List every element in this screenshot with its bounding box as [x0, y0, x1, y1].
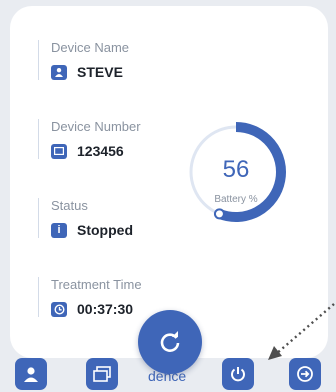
device-number-label: Device Number — [51, 119, 141, 134]
device-number-field: Device Number 123456 — [38, 119, 141, 159]
windows-nav-button[interactable] — [86, 358, 118, 390]
info-icon: i — [51, 222, 67, 238]
power-icon — [231, 367, 245, 382]
status-label: Status — [51, 198, 88, 213]
device-number-value: 123456 — [77, 143, 124, 159]
logout-nav-button[interactable] — [289, 358, 321, 390]
clock-icon — [51, 301, 67, 317]
device-name-value: STEVE — [77, 64, 123, 80]
battery-label: Battery % — [214, 194, 258, 205]
battery-value: 56 — [222, 156, 250, 183]
refresh-icon — [160, 331, 180, 352]
profile-nav-button[interactable] — [15, 358, 47, 390]
treatment-time-label: Treatment Time — [51, 277, 142, 292]
device-name-label: Device Name — [51, 40, 130, 55]
battery-gauge-knob — [213, 208, 225, 220]
power-nav-button[interactable] — [222, 358, 254, 390]
windows-icon — [93, 366, 111, 382]
device-name-field: Device Name STEVE — [38, 40, 129, 80]
treatment-time-value: 00:37:30 — [77, 301, 134, 317]
user-icon — [51, 64, 67, 80]
status-field: Status i Stopped — [38, 198, 133, 238]
logout-icon — [297, 366, 313, 382]
treatment-time-field: Treatment Time 00:37:30 — [38, 277, 142, 317]
refresh-button[interactable] — [138, 310, 202, 374]
user-icon — [24, 367, 38, 382]
dotted-arrow — [268, 303, 335, 360]
monitor-icon — [51, 143, 67, 159]
status-value: Stopped — [77, 222, 133, 238]
